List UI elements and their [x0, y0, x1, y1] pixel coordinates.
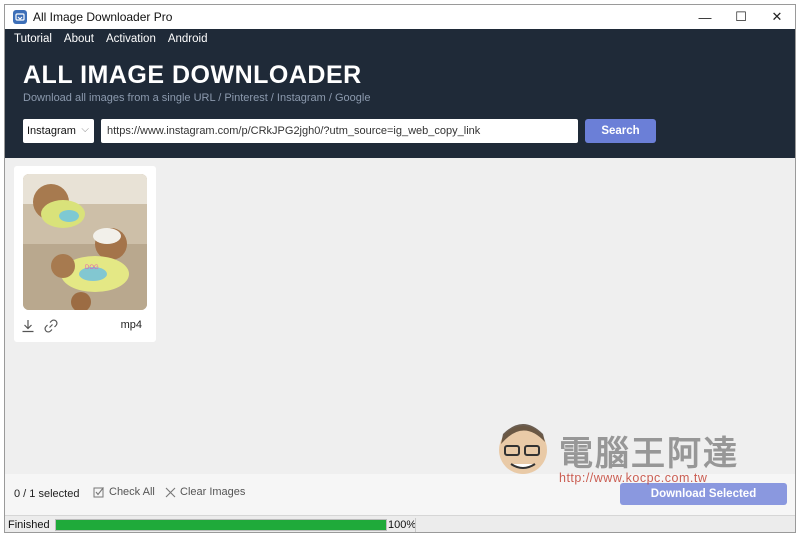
- watermark-text: 電腦王阿達: [559, 434, 739, 474]
- maximize-button[interactable]: ☐: [723, 5, 759, 29]
- check-all-label: Check All: [109, 486, 155, 498]
- close-button[interactable]: ✕: [759, 5, 795, 29]
- check-all-icon: [93, 487, 104, 498]
- clear-images-button[interactable]: Clear Images: [165, 486, 245, 498]
- menu-item-activation[interactable]: Activation: [106, 33, 156, 45]
- progress-bar: [55, 519, 387, 531]
- image-thumbnail[interactable]: DOG: [23, 174, 147, 310]
- window-title: All Image Downloader Pro: [33, 10, 173, 24]
- window-controls: — ☐ ✕: [687, 5, 795, 29]
- menu-item-tutorial[interactable]: Tutorial: [14, 33, 52, 45]
- chevron-down-icon: ⌵: [81, 124, 89, 135]
- card-actions: mp4: [14, 316, 156, 338]
- watermark-url: http://www.kocpc.com.tw: [559, 471, 708, 485]
- progress-label: 100%: [388, 519, 417, 531]
- image-card[interactable]: DOG mp4: [14, 166, 156, 342]
- watermark: 電腦王阿達 http://www.kocpc.com.tw: [493, 416, 793, 496]
- menu-item-about[interactable]: About: [64, 33, 94, 45]
- selected-count: 0 / 1 selected: [14, 488, 80, 500]
- minimize-button[interactable]: —: [687, 5, 723, 29]
- app-logo-icon: [13, 10, 27, 24]
- menu-bar: Tutorial About Activation Android: [5, 29, 795, 49]
- status-text: Finished: [8, 519, 50, 531]
- check-all-button[interactable]: Check All: [93, 486, 155, 498]
- page-subtitle: Download all images from a single URL / …: [23, 92, 371, 104]
- app-window: All Image Downloader Pro — ☐ ✕ Tutorial …: [4, 4, 796, 533]
- menu-item-android[interactable]: Android: [168, 33, 208, 45]
- clear-images-label: Clear Images: [180, 486, 246, 498]
- close-icon: [165, 487, 176, 497]
- url-input[interactable]: [101, 119, 578, 143]
- progress-fill: [56, 520, 386, 530]
- watermark-mascot-icon: [499, 424, 547, 474]
- svg-text:DOG: DOG: [85, 265, 99, 271]
- platform-select[interactable]: Instagram ⌵: [23, 119, 94, 143]
- download-icon[interactable]: [21, 319, 35, 338]
- link-icon[interactable]: [44, 319, 58, 338]
- page-title: ALL IMAGE DOWNLOADER: [23, 61, 362, 89]
- status-divider: [415, 518, 416, 532]
- header: ALL IMAGE DOWNLOADER Download all images…: [5, 49, 795, 158]
- title-bar: All Image Downloader Pro — ☐ ✕: [5, 5, 795, 29]
- status-bar: Finished 100%: [5, 515, 795, 532]
- search-button[interactable]: Search: [585, 119, 656, 143]
- platform-select-value: Instagram: [27, 125, 76, 137]
- file-type-label: mp4: [120, 319, 142, 331]
